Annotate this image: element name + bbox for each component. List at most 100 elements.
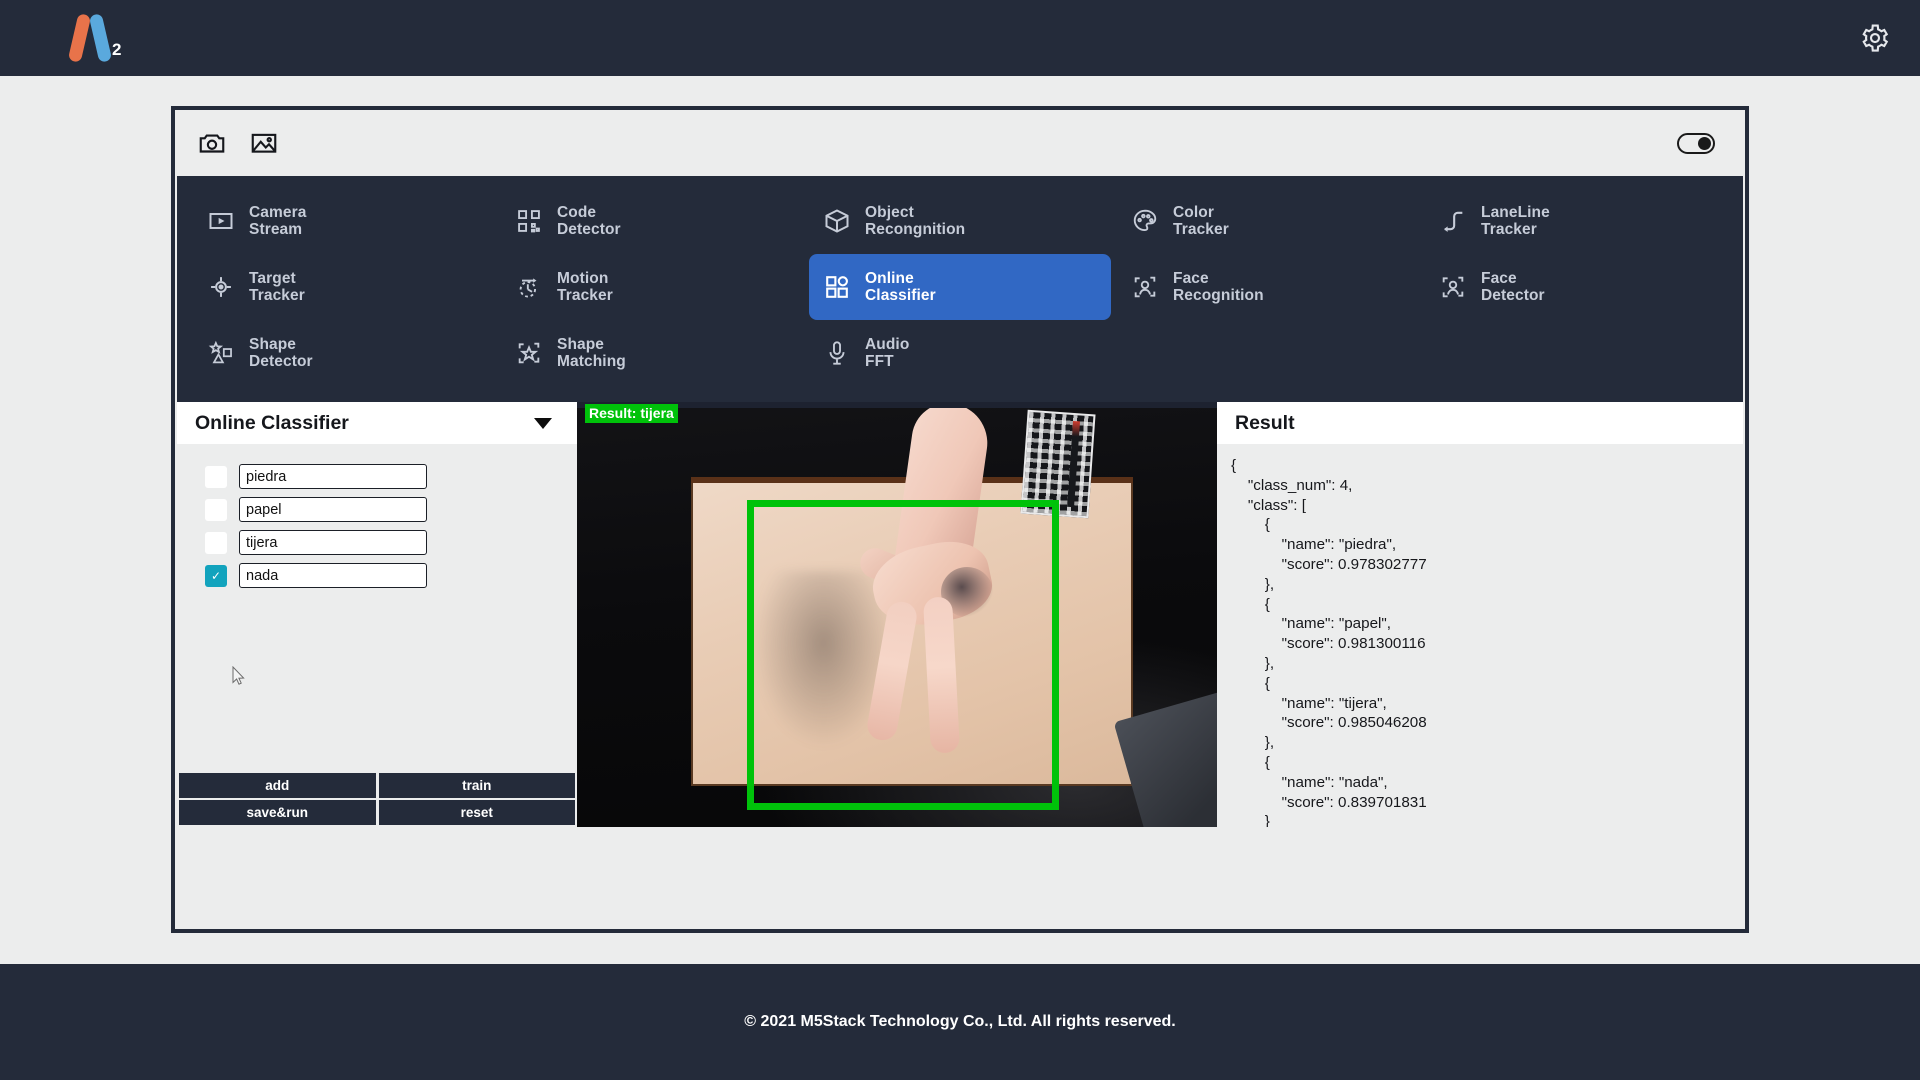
feature-shape-matching[interactable]: Shape Matching [501, 320, 803, 386]
feature-label: Color Tracker [1173, 204, 1229, 238]
train-button[interactable]: train [379, 773, 576, 798]
class-name-input[interactable] [239, 464, 427, 489]
microphone-icon [823, 339, 851, 367]
feature-label: Motion Tracker [557, 270, 613, 304]
palette-icon [1131, 207, 1159, 235]
class-checkbox[interactable] [205, 532, 227, 554]
feature-grid: Camera Stream Code Detector [177, 176, 1743, 402]
result-panel: Result { "class_num": 4, "class": [ { "n… [1217, 402, 1743, 827]
add-button[interactable]: add [179, 773, 376, 798]
feature-label-line1: Camera [249, 204, 306, 221]
feature-label-line1: Code [557, 204, 621, 221]
feature-label: Code Detector [557, 204, 621, 238]
feature-label-line1: Audio [865, 336, 909, 353]
feature-laneline-tracker[interactable]: LaneLine Tracker [1425, 188, 1727, 254]
feature-label-line1: Shape [249, 336, 313, 353]
feature-label: Face Detector [1481, 270, 1545, 304]
feature-label-line2: Classifier [865, 287, 936, 304]
feature-label-line1: Color [1173, 204, 1229, 221]
lane-line-icon [1439, 207, 1467, 235]
feature-label-line2: Recognition [1173, 287, 1264, 304]
list-item [177, 493, 577, 526]
feature-shape-detector[interactable]: Shape Detector [193, 320, 495, 386]
feature-label-line2: Tracker [1173, 221, 1229, 238]
feature-label-line2: Matching [557, 353, 626, 370]
feature-camera-stream[interactable]: Camera Stream [193, 188, 495, 254]
detection-result-label: Result: tijera [585, 404, 678, 423]
list-item: ✓ [177, 559, 577, 592]
save-run-button[interactable]: save&run [179, 800, 376, 825]
feature-face-detector[interactable]: Face Detector [1425, 254, 1727, 320]
feature-label: Shape Detector [249, 336, 313, 370]
image-icon[interactable] [249, 128, 279, 158]
classifier-panel: Online Classifier [177, 402, 577, 827]
page-footer: © 2021 M5Stack Technology Co., Ltd. All … [0, 964, 1920, 1080]
feature-label: Shape Matching [557, 336, 626, 370]
v-logo-icon [68, 14, 114, 62]
feature-label-line2: FFT [865, 353, 909, 370]
feature-label: Camera Stream [249, 204, 306, 238]
top-navbar: 2 [0, 0, 1920, 76]
feature-label-line2: Detector [557, 221, 621, 238]
class-name-input[interactable] [239, 530, 427, 555]
mouse-cursor [232, 666, 245, 685]
page-body: Camera Stream Code Detector [0, 76, 1920, 964]
feature-code-detector[interactable]: Code Detector [501, 188, 803, 254]
camera-stream-icon [207, 207, 235, 235]
feature-label-line1: LaneLine [1481, 204, 1550, 221]
card-toolbar [175, 110, 1745, 176]
class-name-input[interactable] [239, 563, 427, 588]
classifier-class-list: ✓ [177, 444, 577, 773]
class-checkbox[interactable] [205, 499, 227, 521]
grid-squares-icon [823, 273, 851, 301]
video-frame [577, 402, 1217, 827]
crosshair-icon [207, 273, 235, 301]
feature-label: Face Recognition [1173, 270, 1264, 304]
stream-toggle[interactable] [1677, 133, 1715, 154]
feature-motion-tracker[interactable]: Motion Tracker [501, 254, 803, 320]
feature-target-tracker[interactable]: Target Tracker [193, 254, 495, 320]
shape-matching-icon [515, 339, 543, 367]
feature-label-line1: Face [1481, 270, 1545, 287]
class-checkbox[interactable] [205, 466, 227, 488]
camera-icon[interactable] [197, 128, 227, 158]
feature-label-line2: Stream [249, 221, 306, 238]
feature-label-line2: Tracker [1481, 221, 1550, 238]
feature-label: Object Recongnition [865, 204, 965, 238]
feature-label-line1: Online [865, 270, 936, 287]
motion-icon [515, 273, 543, 301]
feature-label-line2: Tracker [557, 287, 613, 304]
toggle-knob [1698, 137, 1711, 150]
feature-label-line1: Shape [557, 336, 626, 353]
face-detector-icon [1439, 273, 1467, 301]
cube-icon [823, 207, 851, 235]
shape-detector-icon [207, 339, 235, 367]
feature-label: Target Tracker [249, 270, 305, 304]
list-item [177, 460, 577, 493]
camera-preview[interactable]: Result: tijera [577, 402, 1217, 827]
feature-object-recognition[interactable]: Object Recongnition [809, 188, 1111, 254]
gear-icon[interactable] [1860, 23, 1890, 53]
classifier-actions: add train save&run reset [177, 773, 577, 827]
result-json-output: { "class_num": 4, "class": [ { "name": "… [1217, 444, 1743, 827]
feature-color-tracker[interactable]: Color Tracker [1117, 188, 1419, 254]
brand-logo[interactable]: 2 [68, 14, 121, 62]
page-title: Online Classifier [195, 412, 349, 435]
feature-face-recognition[interactable]: Face Recognition [1117, 254, 1419, 320]
face-recognition-icon [1131, 273, 1159, 301]
app-card: Camera Stream Code Detector [171, 106, 1749, 933]
feature-label-line1: Object [865, 204, 965, 221]
feature-audio-fft[interactable]: Audio FFT [809, 320, 1111, 386]
classifier-panel-header: Online Classifier [177, 402, 577, 444]
content-row: Online Classifier [177, 402, 1743, 827]
result-panel-header: Result [1217, 402, 1743, 444]
feature-online-classifier[interactable]: Online Classifier [809, 254, 1111, 320]
class-checkbox[interactable]: ✓ [205, 565, 227, 587]
result-title: Result [1235, 412, 1295, 435]
reset-button[interactable]: reset [379, 800, 576, 825]
feature-label-line1: Target [249, 270, 305, 287]
class-name-input[interactable] [239, 497, 427, 522]
feature-label: Audio FFT [865, 336, 909, 370]
chevron-down-icon[interactable] [534, 418, 552, 429]
feature-label: Online Classifier [865, 270, 936, 304]
